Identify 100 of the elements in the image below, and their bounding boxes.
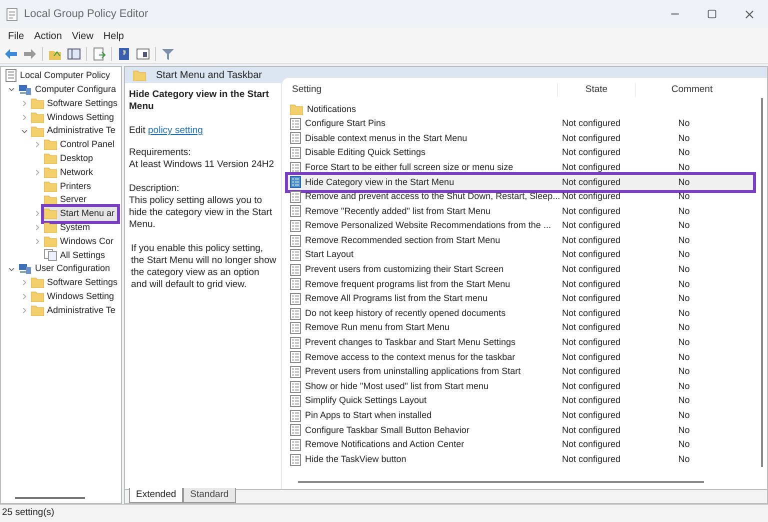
column-header[interactable]: Comment: [636, 82, 748, 98]
state-cell-text: Not configured: [561, 321, 622, 334]
setting-row[interactable]: Hide Category view in the Start Menu Not configured No: [288, 174, 753, 190]
policy-setting-link[interactable]: policy setting: [148, 125, 203, 136]
setting-row[interactable]: Remove frequent programs list from the Start Menu Not configured No: [288, 277, 753, 292]
menu-item[interactable]: Help: [103, 28, 124, 44]
state-cell-text: Not configured: [561, 263, 622, 276]
tree-item[interactable]: Start Menu ar: [44, 207, 117, 221]
tree-item[interactable]: Software Settings: [31, 276, 120, 290]
help-icon[interactable]: [117, 46, 131, 60]
tree-item[interactable]: All Settings: [44, 248, 108, 262]
folder-icon: [290, 104, 303, 115]
forward-arrow-icon[interactable]: [23, 46, 37, 60]
requirements-text: At least Windows 11 Version 24H2: [129, 159, 276, 171]
comment-cell-text: No: [677, 452, 691, 466]
setting-row[interactable]: Do not keep history of recently opened documents Not configured No: [288, 306, 753, 321]
edit-label: Edit: [129, 125, 146, 136]
comment-cell-text: No: [677, 146, 691, 160]
setting-row[interactable]: Prevent changes to Taskbar and Start Menu Settings Not configured No: [288, 336, 753, 350]
view-tab[interactable]: Extended: [129, 488, 184, 503]
state-cell-text: Not configured: [561, 176, 622, 189]
setting-row[interactable]: Remove access to the context menus for the taskbar Not configured No: [288, 350, 753, 365]
back-arrow-icon[interactable]: [4, 46, 18, 60]
setting-row[interactable]: Remove All Programs list from the Start menu Not configured No: [288, 292, 753, 306]
column-header[interactable]: State: [558, 82, 636, 98]
setting-row[interactable]: Prevent users from uninstalling applications from Start Not configured No: [288, 364, 753, 380]
setting-row[interactable]: Simplify Quick Settings Layout Not configured No: [288, 394, 753, 408]
setting-row[interactable]: Disable Editing Quick Settings Not configured No: [288, 146, 753, 160]
policy-icon: [290, 205, 301, 218]
tree-item[interactable]: Network: [44, 166, 96, 180]
tree-item[interactable]: User Configuration: [18, 262, 112, 276]
setting-row[interactable]: Remove "Recently added" list from Start Menu Not configured No: [288, 204, 753, 219]
state-cell-text: Not configured: [561, 306, 622, 320]
setting-row[interactable]: Remove Notifications and Action Center Not configured No: [288, 438, 753, 452]
menu-item[interactable]: Action: [34, 28, 62, 44]
setting-row[interactable]: Show or hide "Most used" list from Start menu Not configured No: [288, 379, 753, 394]
state-cell-text: Not configured: [561, 117, 622, 130]
setting-row[interactable]: Start Layout Not configured No: [288, 248, 753, 263]
comment-cell-text: No: [677, 336, 691, 350]
setting-row[interactable]: Remove Recommended section from Start Menu Not configured No: [288, 233, 753, 248]
setting-row[interactable]: Pin Apps to Start when installed Not configured No: [288, 408, 753, 424]
menu-item[interactable]: View: [72, 28, 94, 44]
policy-icon: [290, 190, 301, 203]
tree-item[interactable]: Printers: [44, 180, 94, 194]
state-cell-text: Not configured: [561, 424, 622, 437]
setting-row[interactable]: Configure Taskbar Small Button Behavior Not configured No: [288, 423, 753, 438]
app-icon: [6, 8, 18, 20]
setting-row[interactable]: Remove and prevent access to the Shut Down, Restart, Sleep... Not configured No: [288, 190, 753, 204]
tree-toggle-icon[interactable]: [67, 46, 81, 60]
setting-name: Configure Start Pins: [305, 117, 386, 130]
setting-name: Hide the TaskView button: [305, 452, 406, 466]
column-header[interactable]: Setting: [292, 82, 558, 98]
policy-icon: [290, 438, 301, 451]
setting-name: Prevent changes to Taskbar and Start Menu Settings: [305, 336, 516, 350]
setting-name: Disable context menus in the Start Menu: [305, 132, 468, 145]
setting-row[interactable]: Hide the TaskView button Not configured No: [288, 452, 753, 467]
vertical-scrollbar[interactable]: [761, 98, 763, 467]
comment-cell-text: No: [677, 117, 691, 130]
properties-icon[interactable]: [136, 46, 150, 60]
folder-icon: [31, 277, 44, 288]
state-cell-text: Not configured: [561, 132, 622, 145]
policy-icon: [290, 147, 301, 160]
setting-row[interactable]: Remove Run menu from Start Menu Not configured No: [288, 320, 753, 336]
tree-item[interactable]: Computer Configura: [18, 82, 118, 96]
tree-item[interactable]: System: [44, 220, 92, 234]
state-cell-text: Not configured: [561, 438, 622, 452]
setting-row[interactable]: Configure Start Pins Not configured No: [288, 116, 753, 132]
policy-icon: [290, 366, 301, 378]
tree-item[interactable]: Windows Cor: [44, 234, 116, 248]
state-cell-text: Not configured: [561, 234, 622, 247]
setting-row[interactable]: Force Start to be either full screen size or menu size Not configured No: [288, 160, 753, 175]
tree-item[interactable]: Administrative Te: [31, 304, 118, 318]
tree-item[interactable]: Software Settings: [31, 96, 120, 110]
close-icon[interactable]: [743, 8, 756, 20]
filter-icon[interactable]: [161, 46, 175, 60]
view-tab[interactable]: Standard: [183, 488, 236, 503]
policy-icon: [290, 278, 301, 290]
tree-item[interactable]: Desktop: [44, 152, 96, 166]
setting-name: Force Start to be either full screen size or menu size: [305, 160, 514, 174]
tree-item[interactable]: Control Panel: [44, 138, 117, 152]
setting-row[interactable]: Remove Personalized Website Recommendations from the ... Not configured No: [288, 218, 753, 234]
tree-item[interactable]: Local Computer Policy: [5, 69, 112, 83]
state-cell-text: Not configured: [561, 248, 622, 262]
policy-icon: [290, 234, 301, 247]
requirements-label: Requirements:: [129, 147, 192, 159]
folder-icon: [44, 153, 57, 164]
tree-item[interactable]: Administrative Te: [31, 124, 118, 138]
setting-row[interactable]: Notifications: [288, 102, 753, 117]
policy-icon: [290, 132, 301, 144]
horizontal-scrollbar[interactable]: [298, 481, 704, 483]
setting-name: Start Layout: [305, 248, 354, 262]
maximize-icon[interactable]: [707, 9, 717, 19]
state-cell-text: Not configured: [561, 278, 622, 291]
setting-row[interactable]: Prevent users from customizing their Start Screen Not configured No: [288, 262, 753, 278]
export-icon[interactable]: [92, 46, 106, 60]
folder-icon: [31, 291, 44, 302]
tree-item[interactable]: Windows Setting: [31, 290, 116, 304]
tree-item[interactable]: Windows Setting: [31, 110, 116, 124]
setting-row[interactable]: Disable context menus in the Start Menu Not configured No: [288, 131, 753, 146]
menu-item[interactable]: File: [8, 28, 24, 44]
